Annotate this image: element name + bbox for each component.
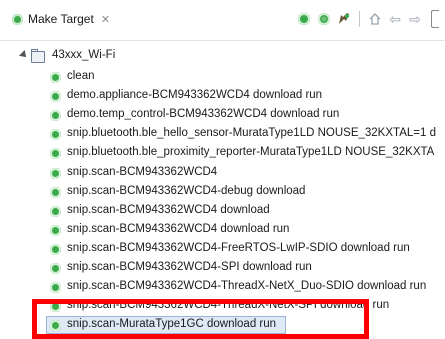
home-icon[interactable] xyxy=(367,11,383,27)
tree-item-label: snip.bluetooth.ble_hello_sensor-MurataTy… xyxy=(67,127,436,140)
make-target-icon xyxy=(50,205,61,217)
root-label: 43xxx_Wi-Fi xyxy=(52,49,116,61)
tree-item-label: snip.scan-BCM943362WCD4-debug download xyxy=(67,184,306,197)
tree-item-target[interactable]: snip.scan-BCM943362WCD4-ThreadX-NetX-SPI… xyxy=(0,297,445,316)
tree-item-target[interactable]: snip.scan-BCM943362WCD4-FreeRTOS-LwIP-SD… xyxy=(0,240,445,259)
tree-item-label: snip.scan-BCM943362WCD4-ThreadX-NetX_Duo… xyxy=(67,280,427,293)
tree-item-label: snip.scan-BCM943362WCD4-FreeRTOS-LwIP-SD… xyxy=(67,241,410,254)
tree-item-target[interactable]: snip.bluetooth.ble_hello_sensor-MurataTy… xyxy=(0,125,445,144)
make-target-icon xyxy=(50,263,61,274)
tree-item-label: snip.scan-BCM943362WCD4 xyxy=(67,165,218,178)
tools-icon[interactable] xyxy=(336,11,352,27)
new-target-icon[interactable] xyxy=(316,11,332,27)
build-target-icon[interactable] xyxy=(296,11,312,27)
folder-icon xyxy=(31,49,45,63)
toolbar-separator xyxy=(359,11,360,27)
tree-item-label: snip.scan-BCM943362WCD4 download xyxy=(67,203,270,216)
tree-item-target[interactable]: clean xyxy=(0,68,445,87)
make-target-icon xyxy=(50,91,61,103)
view-toolbar: ⇦ ⇨ xyxy=(296,8,445,30)
expand-chevron-icon[interactable] xyxy=(19,50,29,60)
forward-arrow-icon[interactable]: ⇨ xyxy=(407,11,423,27)
tree-item-label: snip.scan-BCM943362WCD4-SPI download run xyxy=(67,261,312,273)
make-target-icon xyxy=(50,224,61,236)
tree-item-label: snip.bluetooth.ble_proximity_reporter-Mu… xyxy=(67,146,435,159)
view-tab-bar: Make Target ✕ ⇦ ⇨ xyxy=(0,0,445,41)
tab-make-target[interactable]: Make Target ✕ xyxy=(0,0,118,38)
tree-root-row[interactable]: 43xxx_Wi-Fi xyxy=(0,47,445,66)
tree-item-target[interactable]: snip.scan-BCM943362WCD4 xyxy=(0,164,445,183)
tab-title: Make Target xyxy=(28,12,94,26)
tree-item-target[interactable]: demo.appliance-BCM943362WCD4 download ru… xyxy=(0,87,445,106)
tree-item-label: clean xyxy=(67,70,95,82)
make-target-icon xyxy=(50,243,61,255)
make-target-icon xyxy=(50,282,61,294)
make-target-icon xyxy=(12,13,23,25)
make-target-icon xyxy=(50,167,61,179)
tree-item-target[interactable]: snip.scan-BCM943362WCD4 download run xyxy=(0,221,445,240)
tree-item-target[interactable]: snip.scan-BCM943362WCD4-ThreadX-NetX_Duo… xyxy=(0,278,445,297)
tree-item-target[interactable]: demo.temp_control-BCM943362WCD4 download… xyxy=(0,106,445,125)
make-target-icon xyxy=(50,72,61,83)
make-target-icon xyxy=(50,110,61,122)
make-target-icon xyxy=(50,301,61,313)
tree-item-label: demo.temp_control-BCM943362WCD4 download… xyxy=(67,108,340,121)
collapse-icon[interactable] xyxy=(427,10,443,28)
tree-item-target[interactable]: snip.scan-BCM943362WCD4-SPI download run xyxy=(0,259,445,278)
tree-item-label: snip.scan-BCM943362WCD4-ThreadX-NetX-SPI… xyxy=(67,299,390,312)
tree-item-label: demo.appliance-BCM943362WCD4 download ru… xyxy=(67,89,323,102)
back-arrow-icon[interactable]: ⇦ xyxy=(387,11,403,27)
tree-item-label: snip.scan-MurataType1GC download run xyxy=(67,318,277,331)
tree-item-target[interactable]: snip.scan-BCM943362WCD4-debug download xyxy=(0,183,445,202)
make-target-icon xyxy=(50,129,61,141)
close-icon[interactable]: ✕ xyxy=(101,13,110,26)
tree-item-target[interactable]: snip.bluetooth.ble_proximity_reporter-Mu… xyxy=(0,144,445,163)
make-target-icon xyxy=(50,186,61,198)
tree-item-label: snip.scan-BCM943362WCD4 download run xyxy=(67,222,290,235)
tree-item-target[interactable]: snip.scan-BCM943362WCD4 download xyxy=(0,202,445,221)
tree-item-target[interactable]: snip.scan-MurataType1GC download run xyxy=(0,316,445,335)
make-target-icon xyxy=(50,148,61,160)
